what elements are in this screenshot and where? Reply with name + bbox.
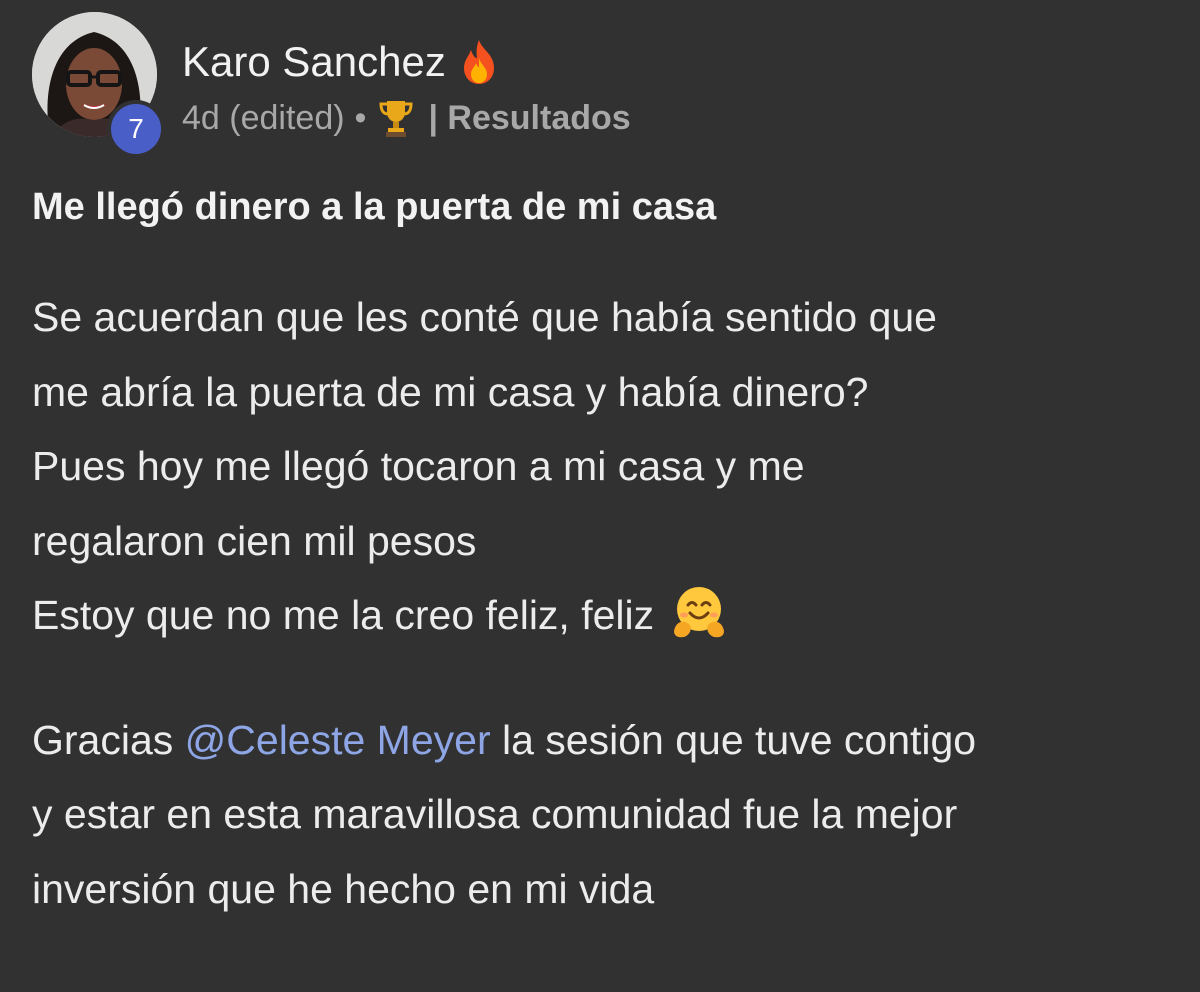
body-line: y estar en esta maravillosa comunidad fu… xyxy=(32,791,958,837)
avatar-container[interactable]: 7 xyxy=(32,12,165,158)
author-row: Karo Sanchez xyxy=(182,36,500,88)
body-line-text: Estoy que no me la creo feliz, feliz xyxy=(32,592,655,638)
body-line: Pues hoy me llegó tocaron a mi casa y me xyxy=(32,443,805,489)
fire-icon xyxy=(458,38,500,86)
post-timestamp[interactable]: 4d (edited) xyxy=(182,99,345,138)
body-line: regalaron cien mil pesos xyxy=(32,517,477,564)
body-line-with-emoji: Estoy que no me la creo feliz, feliz xyxy=(32,578,1172,653)
body-line: inversión que he hecho en mi vida xyxy=(32,865,655,912)
level-badge: 7 xyxy=(107,100,165,158)
community-post: 7 Karo Sanchez 4d (edited) • | Resultado… xyxy=(0,0,1200,992)
trophy-icon xyxy=(378,98,414,138)
thanks-prefix: Gracias xyxy=(32,716,185,763)
body-line: Se acuerdan que les conté que había sent… xyxy=(32,294,937,340)
thanks-text: la sesión que tuve contigo xyxy=(490,716,977,763)
post-title: Me llegó dinero a la puerta de mi casa xyxy=(32,186,717,228)
post-category[interactable]: | Resultados xyxy=(428,99,630,138)
post-header: 7 Karo Sanchez 4d (edited) • | Resultado… xyxy=(32,12,1132,158)
post-meta: 4d (edited) • | Resultados xyxy=(182,96,631,140)
hugging-face-icon xyxy=(670,583,728,641)
meta-separator: • xyxy=(354,98,367,137)
author-name[interactable]: Karo Sanchez xyxy=(182,38,446,86)
post-body: Se acuerdan que les conté que había sent… xyxy=(32,280,1172,926)
thanks-line: Gracias @Celeste Meyer la sesión que tuv… xyxy=(32,703,1172,778)
body-line: me abría la puerta de mi casa y había di… xyxy=(32,368,869,415)
mention-link[interactable]: @Celeste Meyer xyxy=(185,717,491,763)
